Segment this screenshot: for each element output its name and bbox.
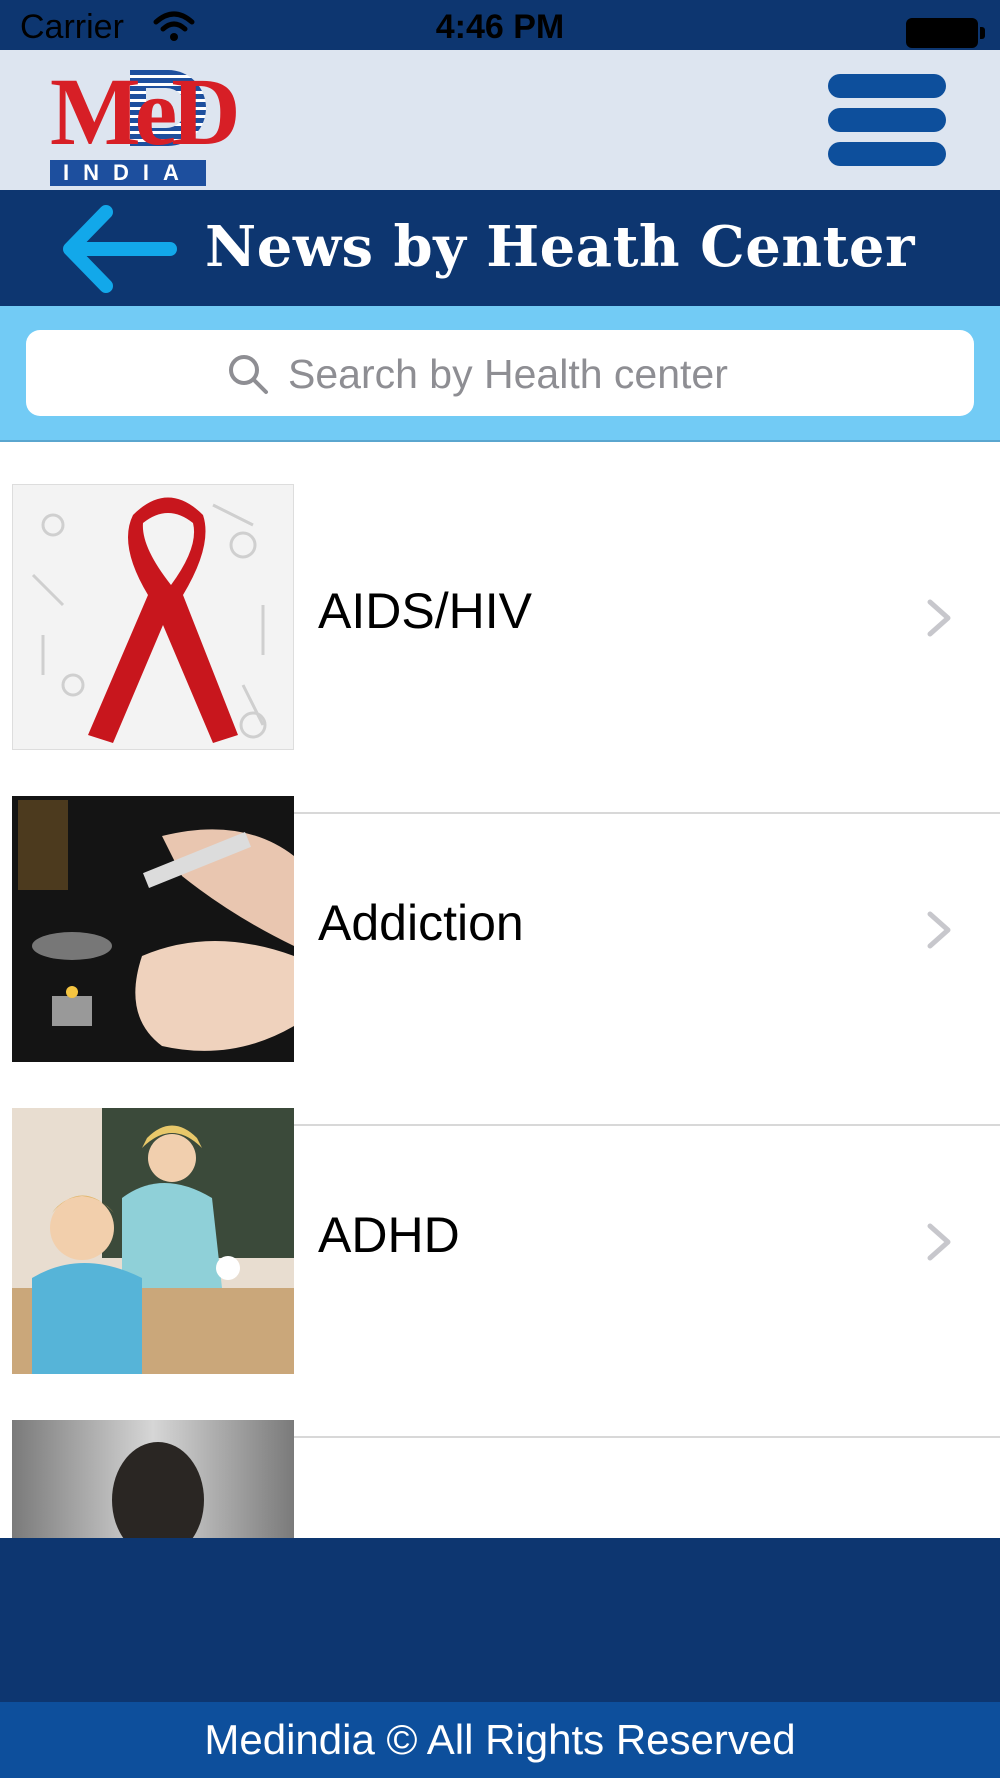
list-item-aids-hiv[interactable]: AIDS/HIV (0, 442, 1000, 750)
red-ribbon-image (12, 484, 294, 750)
list-item-partial[interactable] (0, 1338, 1000, 1538)
chevron-right-icon (927, 911, 951, 949)
logo-letters: MeD (50, 58, 241, 165)
addiction-illustration (12, 796, 294, 1062)
red-ribbon-illustration (31, 497, 267, 743)
search-input[interactable] (286, 344, 910, 404)
syringe-arm-image (12, 796, 294, 1062)
hamburger-menu-icon[interactable] (828, 74, 946, 166)
back-arrow-icon[interactable] (62, 204, 178, 294)
copyright-text: Medindia © All Rights Reserved (204, 1716, 796, 1763)
battery-icon (906, 18, 985, 48)
health-center-list: AIDS/HIV Addiction ADHD (0, 442, 1000, 1538)
list-item-addiction[interactable]: Addiction (0, 714, 1000, 1062)
logo-subtitle: INDIA (50, 160, 206, 186)
man-head-illustration (112, 1442, 204, 1538)
title-bar: News by Heath Center (0, 190, 1000, 306)
search-bar (0, 306, 1000, 442)
list-item-label: AIDS/HIV (318, 583, 532, 639)
man-head-image (12, 1420, 294, 1538)
chevron-right-icon (927, 599, 951, 637)
clock: 4:46 PM (435, 8, 565, 46)
chevron-right-icon (927, 1223, 951, 1261)
menu-bar-middle (828, 108, 946, 132)
medindia-logo[interactable]: MeD INDIA (50, 64, 241, 186)
app-header: MeD INDIA (0, 50, 1000, 190)
menu-bar-bottom (828, 142, 946, 166)
list-item-label: Addiction (318, 895, 524, 951)
list-item-label: ADHD (318, 1207, 460, 1263)
menu-bar-top (828, 74, 946, 98)
list-item-adhd[interactable]: ADHD (0, 1026, 1000, 1374)
footer-band (0, 1538, 1000, 1702)
adhd-illustration (12, 1108, 294, 1374)
classroom-boy-teacher-image (12, 1108, 294, 1374)
search-box[interactable] (26, 330, 974, 416)
search-icon (229, 355, 268, 394)
footer-bar: Medindia © All Rights Reserved (0, 1702, 1000, 1778)
status-bar: Carrier 4:46 PM (0, 0, 1000, 50)
page-title: News by Heath Center (205, 214, 916, 280)
